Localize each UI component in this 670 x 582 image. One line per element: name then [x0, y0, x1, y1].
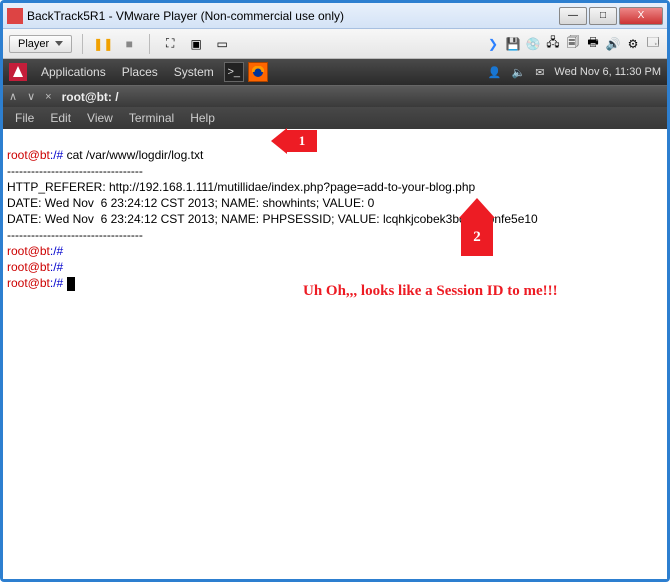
sound-indicator-icon[interactable]: 🔈: [511, 66, 525, 79]
prompt-path: :/#: [50, 244, 67, 258]
present-icon[interactable]: ▭: [212, 34, 232, 54]
terminal-title: root@bt: /: [62, 90, 119, 104]
output-line-showhints: DATE: Wed Nov 6 23:24:12 CST 2013; NAME:…: [7, 196, 374, 210]
cmd-line-1: cat /var/www/logdir/log.txt: [67, 148, 204, 162]
menu-file[interactable]: File: [9, 111, 40, 125]
chevron-down-icon: [55, 41, 63, 46]
tray-cd-icon[interactable]: 💿: [525, 36, 541, 52]
prompt-user-host: root@bt: [7, 148, 50, 162]
unity-icon[interactable]: ▣: [186, 34, 206, 54]
pause-vm-icon[interactable]: ❚❚: [93, 34, 113, 54]
output-line-referer: HTTP_REFERER: http://192.168.1.111/mutil…: [7, 180, 475, 194]
stop-vm-icon[interactable]: ■: [119, 34, 139, 54]
player-menu-button[interactable]: Player: [9, 35, 72, 53]
window-title: BackTrack5R1 - VMware Player (Non-commer…: [27, 9, 559, 23]
prompt-user-host: root@bt: [7, 276, 50, 290]
window-menu-icon[interactable]: ∨: [27, 90, 35, 103]
places-menu[interactable]: Places: [114, 65, 166, 79]
output-line-phpsessid: DATE: Wed Nov 6 23:24:12 CST 2013; NAME:…: [7, 212, 538, 226]
menu-view[interactable]: View: [81, 111, 119, 125]
terminal-menubar: File Edit View Terminal Help: [3, 107, 667, 129]
player-menu-label: Player: [18, 38, 49, 50]
tray-tools-icon[interactable]: 🗔: [645, 36, 661, 52]
tray-arrow-icon[interactable]: ❯: [485, 36, 501, 52]
vmware-window-titlebar: BackTrack5R1 - VMware Player (Non-commer…: [3, 3, 667, 29]
distro-logo-icon[interactable]: [9, 63, 27, 81]
minimize-button[interactable]: —: [559, 7, 587, 25]
user-indicator-icon[interactable]: 👤: [488, 66, 502, 79]
vmware-app-icon: [7, 8, 23, 24]
close-button[interactable]: X: [619, 7, 663, 25]
firefox-launcher-icon[interactable]: [248, 62, 268, 82]
cursor: [67, 277, 75, 291]
menu-terminal[interactable]: Terminal: [123, 111, 180, 125]
menu-edit[interactable]: Edit: [44, 111, 77, 125]
window-menu-icon[interactable]: ∧: [9, 90, 17, 103]
tray-usb-icon[interactable]: ⚙: [625, 36, 641, 52]
tray-net-icon[interactable]: 🖧: [545, 36, 561, 52]
system-menu[interactable]: System: [166, 65, 222, 79]
prompt-path: :/#: [50, 148, 67, 162]
tray-disk-icon[interactable]: 💾: [505, 36, 521, 52]
clock-indicator[interactable]: Wed Nov 6, 11:30 PM: [554, 66, 661, 78]
tray-sound-icon[interactable]: 🔊: [605, 36, 621, 52]
terminal-window-titlebar: ∧ ∨ × root@bt: /: [3, 85, 667, 107]
annotation-caption: Uh Oh,,, looks like a Session ID to me!!…: [303, 283, 558, 300]
prompt-user-host: root@bt: [7, 244, 50, 258]
applications-menu[interactable]: Applications: [33, 65, 114, 79]
vmware-toolbar: Player ❚❚ ■ ⛶ ▣ ▭ ❯ 💾 💿 🖧 🗐 🖶 🔊 ⚙ 🗔: [3, 29, 667, 59]
tray-stack-icon[interactable]: 🗐: [565, 36, 581, 52]
terminal-launcher-icon[interactable]: >_: [224, 62, 244, 82]
separator: [82, 34, 83, 54]
maximize-button[interactable]: □: [589, 7, 617, 25]
tray-printer-icon[interactable]: 🖶: [585, 36, 601, 52]
menu-help[interactable]: Help: [184, 111, 221, 125]
mail-indicator-icon[interactable]: ✉: [535, 66, 544, 79]
close-icon[interactable]: ×: [45, 91, 51, 103]
gnome-panel: Applications Places System >_ 👤 🔈 ✉ Wed …: [3, 59, 667, 85]
output-divider: ----------------------------------: [7, 164, 143, 178]
terminal-body[interactable]: root@bt:/# cat /var/www/logdir/log.txt -…: [3, 129, 667, 579]
output-divider: ----------------------------------: [7, 228, 143, 242]
prompt-user-host: root@bt: [7, 260, 50, 274]
prompt-path: :/#: [50, 260, 67, 274]
fullscreen-icon[interactable]: ⛶: [160, 34, 180, 54]
separator: [149, 34, 150, 54]
prompt-path: :/#: [50, 276, 67, 290]
